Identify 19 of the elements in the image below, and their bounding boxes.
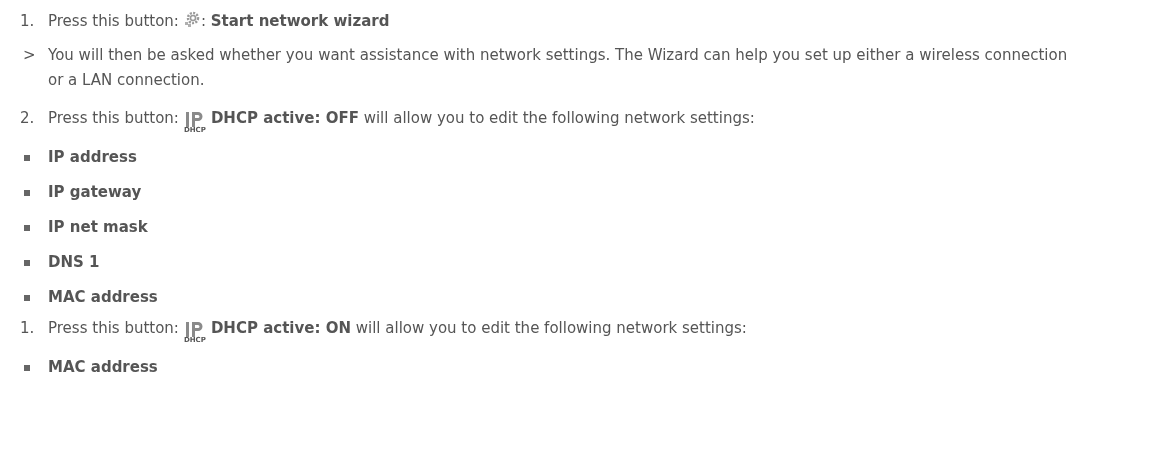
step-number: 1. — [20, 11, 36, 32]
gear-icon — [182, 10, 201, 28]
setting-name: MAC address — [48, 357, 158, 379]
step-number: 2. — [20, 108, 36, 129]
result-text: You will then be asked whether you want assistance with network settings. The Wizard can help you set up either a wireless connection or a LAN connection. — [48, 45, 1068, 91]
step-number: 1. — [20, 318, 36, 339]
setting-name: IP gateway — [48, 182, 142, 204]
setting-name: IP net mask — [48, 217, 148, 239]
setting-name: IP address — [48, 147, 137, 169]
bullet-square — [24, 259, 30, 266]
setting-name: DNS 1 — [48, 252, 100, 274]
bullet-square — [24, 224, 30, 231]
bullet-square — [24, 364, 30, 371]
bullet-square — [24, 294, 30, 301]
bullet-square — [24, 154, 30, 161]
result-marker: > — [22, 45, 37, 66]
step-text: Press this button: : Start network wizard — [48, 10, 390, 32]
setting-name: MAC address — [48, 287, 158, 309]
bullet-square — [24, 189, 30, 196]
